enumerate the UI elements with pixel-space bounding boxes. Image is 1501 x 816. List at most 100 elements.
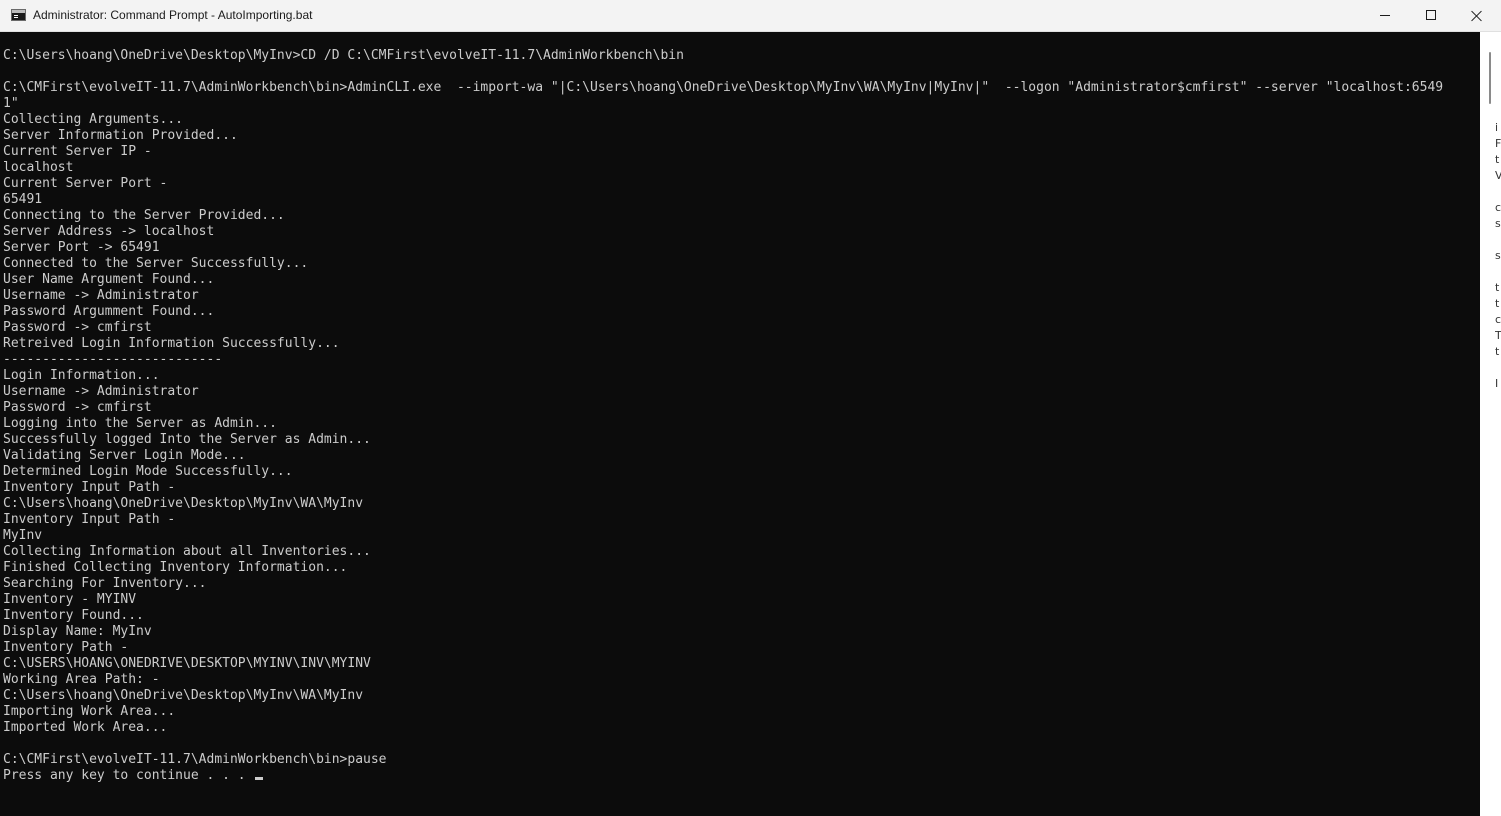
background-window-char: s — [1495, 217, 1501, 230]
console-line-text: Server Address -> localhost — [3, 224, 215, 239]
console-line: localhost — [3, 160, 1479, 176]
minimize-button[interactable] — [1362, 0, 1408, 31]
console-line: C:\Users\hoang\OneDrive\Desktop\MyInv\WA… — [3, 688, 1479, 704]
background-window-char: c — [1495, 201, 1501, 214]
background-window-char — [1495, 360, 1501, 376]
console-line: Connected to the Server Successfully... — [3, 256, 1479, 272]
console-line-text: Working Area Path: - — [3, 672, 160, 687]
background-window-char — [1495, 232, 1501, 248]
console-line: Inventory - MYINV — [3, 592, 1479, 608]
console-line-text: Retreived Login Information Successfully… — [3, 336, 340, 351]
scrollbar-thumb[interactable] — [1489, 52, 1491, 104]
console-line: Username -> Administrator — [3, 288, 1479, 304]
maximize-button[interactable] — [1408, 0, 1454, 31]
console-line: Press any key to continue . . . — [3, 768, 1479, 784]
background-window-char: F — [1495, 137, 1501, 150]
console-line-text: Server Information Provided... — [3, 128, 238, 143]
console-line-text: 65491 — [3, 192, 43, 207]
console-line: Connecting to the Server Provided... — [3, 208, 1479, 224]
console-line-text: Server Port -> 65491 — [3, 240, 160, 255]
console-line: Current Server Port - — [3, 176, 1479, 192]
console-line: C:\USERS\HOANG\ONEDRIVE\DESKTOP\MYINV\IN… — [3, 656, 1479, 672]
background-window-char: i — [1495, 121, 1499, 134]
console-line: 65491 — [3, 192, 1479, 208]
console-line: C:\CMFirst\evolveIT-11.7\AdminWorkbench\… — [3, 80, 1479, 96]
console-line: Inventory Input Path - — [3, 480, 1479, 496]
background-window-edge: iFtVcssttcTtI — [1495, 120, 1501, 720]
console-line-text: Password Argumment Found... — [3, 304, 215, 319]
background-window-char: t — [1495, 297, 1500, 310]
console-line: Imported Work Area... — [3, 720, 1479, 736]
background-window-char: c — [1495, 313, 1501, 326]
console-line: User Name Argument Found... — [3, 272, 1479, 288]
console-line: Password Argumment Found... — [3, 304, 1479, 320]
console-line-text: Logging into the Server as Admin... — [3, 416, 277, 431]
console-line-text: Collecting Information about all Invento… — [3, 544, 371, 559]
console-line-text: Imported Work Area... — [3, 720, 168, 735]
console-output[interactable]: C:\Users\hoang\OneDrive\Desktop\MyInv>CD… — [3, 48, 1479, 816]
console-line: Logging into the Server as Admin... — [3, 416, 1479, 432]
console-line: Current Server IP - — [3, 144, 1479, 160]
console-line-text: Determined Login Mode Successfully... — [3, 464, 293, 479]
console-line: Collecting Arguments... — [3, 112, 1479, 128]
console-line: MyInv — [3, 528, 1479, 544]
console-line: 1" — [3, 96, 1479, 112]
console-line: Server Address -> localhost — [3, 224, 1479, 240]
console-line: Inventory Path - — [3, 640, 1479, 656]
console-line-text: Validating Server Login Mode... — [3, 448, 246, 463]
background-window-char: t — [1495, 281, 1500, 294]
console-line-text: Login Information... — [3, 368, 160, 383]
console-line-text: Inventory - MYINV — [3, 592, 137, 607]
console-line-text: C:\Users\hoang\OneDrive\Desktop\MyInv\WA… — [3, 496, 364, 511]
console-line: Determined Login Mode Successfully... — [3, 464, 1479, 480]
background-window-char: t — [1495, 153, 1500, 166]
console-line-text: Password -> cmfirst — [3, 320, 152, 335]
console-line-text: localhost — [3, 160, 74, 175]
console-line: Username -> Administrator — [3, 384, 1479, 400]
console-line: Successfully logged Into the Server as A… — [3, 432, 1479, 448]
background-window-char: I — [1495, 377, 1499, 390]
console-line: Finished Collecting Inventory Informatio… — [3, 560, 1479, 576]
close-icon — [1471, 10, 1482, 21]
background-window-char: T — [1495, 329, 1501, 342]
background-window-char — [1495, 264, 1501, 280]
console-line-text: User Name Argument Found... — [3, 272, 215, 287]
console-line-text: Inventory Input Path - — [3, 512, 176, 527]
console-line-text: ---------------------------- — [3, 352, 223, 367]
console-line-text: Finished Collecting Inventory Informatio… — [3, 560, 348, 575]
console-line: Server Information Provided... — [3, 128, 1479, 144]
background-window-char: t — [1495, 345, 1500, 358]
console-line: Server Port -> 65491 — [3, 240, 1479, 256]
background-window-char — [1495, 184, 1501, 200]
console-line-text: Username -> Administrator — [3, 384, 199, 399]
text-cursor — [255, 777, 264, 780]
console-line-text: Press any key to continue . . . — [3, 768, 254, 783]
window-title: Administrator: Command Prompt - AutoImpo… — [33, 8, 313, 22]
background-window-char: V — [1495, 169, 1501, 182]
close-button[interactable] — [1453, 0, 1499, 31]
console-line-text: Searching For Inventory... — [3, 576, 207, 591]
command-prompt-window: Administrator: Command Prompt - AutoImpo… — [0, 0, 1501, 816]
console-line-text: Current Server IP - — [3, 144, 152, 159]
console-line: Working Area Path: - — [3, 672, 1479, 688]
console-line: Inventory Input Path - — [3, 512, 1479, 528]
console-line-text: Inventory Found... — [3, 608, 144, 623]
console-line-text: C:\Users\hoang\OneDrive\Desktop\MyInv\WA… — [3, 688, 364, 703]
console-line-text: Password -> cmfirst — [3, 400, 152, 415]
console-line-text: C:\CMFirst\evolveIT-11.7\AdminWorkbench\… — [3, 752, 387, 767]
console-line: Collecting Information about all Invento… — [3, 544, 1479, 560]
console-line-text: Connecting to the Server Provided... — [3, 208, 285, 223]
command-prompt-icon — [11, 9, 26, 21]
console-line-text: Display Name: MyInv — [3, 624, 152, 639]
console-line-text: Collecting Arguments... — [3, 112, 184, 127]
console-line-text: Current Server Port - — [3, 176, 168, 191]
console-line-text: Importing Work Area... — [3, 704, 176, 719]
title-bar[interactable]: Administrator: Command Prompt - AutoImpo… — [0, 0, 1501, 32]
console-line: Login Information... — [3, 368, 1479, 384]
console-line: C:\Users\hoang\OneDrive\Desktop\MyInv>CD… — [3, 48, 1479, 64]
console-line: Password -> cmfirst — [3, 320, 1479, 336]
console-line-text: Inventory Input Path - — [3, 480, 176, 495]
console-line: Inventory Found... — [3, 608, 1479, 624]
